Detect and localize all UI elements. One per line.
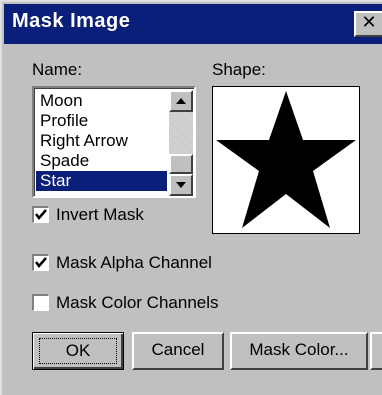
mask-color-channels-checkbox[interactable] (32, 294, 49, 311)
list-item-right-arrow[interactable]: Right Arrow (36, 131, 167, 151)
mask-alpha-channel-label: Mask Alpha Channel (56, 253, 212, 272)
title-bar[interactable]: Mask Image ✕ (4, 4, 382, 44)
invert-mask-checkbox[interactable] (32, 206, 49, 223)
shape-preview (212, 86, 360, 234)
mask-alpha-channel-checkbox[interactable] (32, 254, 49, 271)
checkmark-icon (35, 209, 47, 220)
close-icon: ✕ (361, 12, 377, 33)
dialog-title: Mask Image (12, 10, 131, 32)
list-item-profile[interactable]: Profile (36, 111, 167, 131)
mask-color-button[interactable]: Mask Color... (230, 332, 368, 370)
ok-button[interactable]: OK (32, 332, 124, 370)
cancel-label: Cancel (151, 340, 205, 359)
listbox-frame: Moon Profile Right Arrow Spade Star (34, 88, 194, 196)
list-item-moon[interactable]: Moon (36, 91, 167, 111)
arrow-down-icon (176, 182, 186, 188)
scroll-thumb[interactable] (169, 154, 193, 174)
shape-label: Shape: (212, 60, 266, 79)
cancel-button[interactable]: Cancel (132, 332, 224, 370)
mask-color-label: Mask Color... (249, 340, 349, 359)
star-icon (216, 91, 356, 228)
close-button[interactable]: ✕ (354, 11, 382, 37)
mask-color-channels-label: Mask Color Channels (56, 293, 219, 312)
arrow-up-icon (176, 98, 186, 104)
ok-label: OK (39, 338, 117, 364)
listbox-scrollbar[interactable] (169, 90, 193, 196)
name-label: Name: (32, 60, 83, 79)
extra-button-partial[interactable] (370, 332, 382, 370)
mask-image-dialog: Mask Image ✕ Name: Shape: Moon Profile R… (0, 0, 382, 395)
list-item-spade[interactable]: Spade (36, 151, 167, 171)
checkmark-icon (35, 257, 47, 268)
scroll-down-button[interactable] (169, 174, 193, 196)
invert-mask-label: Invert Mask (56, 205, 144, 224)
scroll-up-button[interactable] (169, 90, 193, 112)
name-listbox[interactable]: Moon Profile Right Arrow Spade Star (32, 86, 196, 198)
list-item-star[interactable]: Star (36, 171, 167, 191)
